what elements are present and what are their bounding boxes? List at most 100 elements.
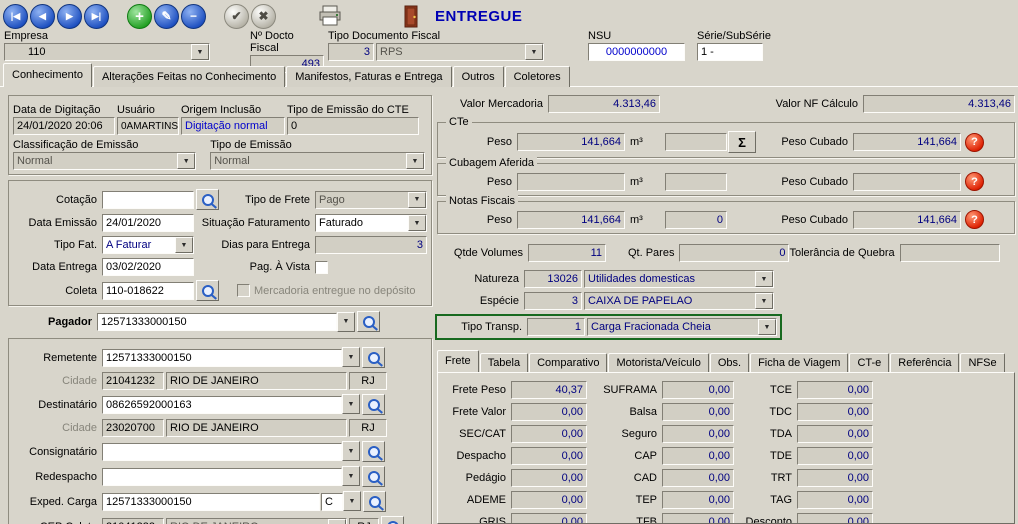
tipo-transp-combobox[interactable]: Carga Fracionada Cheia bbox=[587, 318, 777, 336]
cubagem-peso-cubado-field bbox=[853, 173, 961, 191]
cotacao-search-button[interactable] bbox=[196, 189, 219, 210]
redespacho-search-button[interactable] bbox=[362, 466, 385, 487]
exit-button[interactable] bbox=[404, 5, 419, 28]
exped-carga-field[interactable]: 12571333000150 bbox=[102, 493, 320, 511]
cte-help-button[interactable]: ? bbox=[965, 133, 984, 152]
tab-obs[interactable]: Obs. bbox=[710, 353, 749, 372]
remetente-dropdown-arrow-icon[interactable] bbox=[342, 347, 360, 367]
tipo-transp-desc: Carga Fracionada Cheia bbox=[591, 321, 758, 333]
empresa-field-group: Empresa 110 bbox=[4, 30, 210, 61]
cidade-remetente-uf: RJ bbox=[349, 372, 387, 390]
dropdown-arrow-icon[interactable] bbox=[758, 319, 776, 335]
empresa-combobox[interactable]: 110 bbox=[4, 43, 210, 61]
frete-field-label: Desconto bbox=[744, 516, 797, 524]
tipo-emissao-value: Normal bbox=[214, 155, 406, 167]
tab-ficha-viagem[interactable]: Ficha de Viagem bbox=[750, 353, 848, 372]
tab-conhecimento[interactable]: Conhecimento bbox=[3, 63, 92, 87]
valor-nf-calculo-label: Valor NF Cálculo bbox=[776, 98, 863, 110]
dropdown-arrow-icon[interactable] bbox=[755, 271, 773, 287]
mercadoria-entregue-checkbox[interactable] bbox=[237, 284, 250, 297]
print-button[interactable] bbox=[318, 5, 342, 27]
nsu-value[interactable]: 0000000000 bbox=[588, 43, 685, 61]
pagador-field[interactable]: 12571333000150 bbox=[97, 313, 337, 331]
emissao-groupbox: Cotação Tipo de Frete Pago Data Emissão … bbox=[8, 180, 432, 306]
cte-m3-label: m³ bbox=[625, 136, 665, 148]
dropdown-arrow-icon[interactable] bbox=[328, 519, 346, 524]
tipo-fat-combobox[interactable]: A Faturar bbox=[102, 236, 194, 254]
situacao-faturamento-combobox[interactable]: Faturado bbox=[315, 214, 427, 232]
tab-cte[interactable]: CT-e bbox=[849, 353, 889, 372]
tab-tabela[interactable]: Tabela bbox=[480, 353, 528, 372]
tab-alteracoes[interactable]: Alterações Feitas no Conhecimento bbox=[93, 66, 285, 87]
tab-referencia[interactable]: Referência bbox=[890, 353, 959, 372]
edit-record-button[interactable]: ✎ bbox=[154, 4, 179, 29]
remetente-search-button[interactable] bbox=[362, 347, 385, 368]
dropdown-arrow-icon[interactable] bbox=[525, 44, 543, 60]
cep-coleta-search-button[interactable] bbox=[381, 516, 404, 524]
nav-first-button[interactable]: |◀ bbox=[3, 4, 28, 29]
tab-frete[interactable]: Frete bbox=[437, 350, 479, 372]
nav-last-button[interactable]: ▶| bbox=[84, 4, 109, 29]
serie-value[interactable]: 1 - bbox=[697, 43, 763, 61]
classificacao-emissao-combobox[interactable]: Normal bbox=[13, 152, 196, 170]
data-emissao-field[interactable]: 24/01/2020 bbox=[102, 214, 194, 232]
tab-coletores[interactable]: Coletores bbox=[505, 66, 570, 87]
pagador-search-button[interactable] bbox=[357, 311, 380, 332]
dropdown-arrow-icon[interactable] bbox=[408, 215, 426, 231]
tab-comparativo[interactable]: Comparativo bbox=[529, 353, 607, 372]
add-record-button[interactable]: + bbox=[127, 4, 152, 29]
cte-peso-field: 141,664 bbox=[517, 133, 625, 151]
tab-nfse[interactable]: NFSe bbox=[960, 353, 1004, 372]
cep-coleta-cidade-combobox[interactable]: RIO DE JANEIRO bbox=[166, 518, 347, 524]
especie-combobox[interactable]: CAIXA DE PAPELAO bbox=[584, 292, 774, 310]
magnifier-icon bbox=[368, 352, 380, 364]
nav-prev-button[interactable]: ◀ bbox=[30, 4, 55, 29]
exped-carga-combo-value[interactable]: C bbox=[321, 493, 343, 511]
tipo-emissao-combobox[interactable]: Normal bbox=[210, 152, 425, 170]
destinatario-search-button[interactable] bbox=[362, 394, 385, 415]
cidade-remetente-cep: 21041232 bbox=[102, 372, 164, 390]
dropdown-arrow-icon[interactable] bbox=[408, 192, 426, 208]
notas-help-button[interactable]: ? bbox=[965, 210, 984, 229]
coleta-search-button[interactable] bbox=[196, 280, 219, 301]
tolerancia-field[interactable] bbox=[900, 244, 1000, 262]
natureza-combobox[interactable]: Utilidades domesticas bbox=[584, 270, 774, 288]
coleta-field[interactable]: 110-018622 bbox=[102, 282, 194, 300]
destinatario-dropdown-arrow-icon[interactable] bbox=[342, 394, 360, 414]
dropdown-arrow-icon[interactable] bbox=[191, 44, 209, 60]
destinatario-field[interactable]: 08626592000163 bbox=[102, 396, 342, 414]
tab-motorista-veiculo[interactable]: Motorista/Veículo bbox=[608, 353, 708, 372]
consignatario-search-button[interactable] bbox=[362, 441, 385, 462]
frete-grid-row: Frete Peso40,37 SUFRAMA0,00 TCE0,00 bbox=[442, 381, 1010, 399]
delete-record-button[interactable]: − bbox=[181, 4, 206, 29]
especie-cod-field: 3 bbox=[524, 292, 582, 310]
exped-carga-dropdown-arrow-icon[interactable] bbox=[343, 491, 361, 511]
dropdown-arrow-icon[interactable] bbox=[175, 237, 193, 253]
dropdown-arrow-icon[interactable] bbox=[406, 153, 424, 169]
dropdown-arrow-icon[interactable] bbox=[177, 153, 195, 169]
cubagem-help-button[interactable]: ? bbox=[965, 172, 984, 191]
cotacao-field[interactable] bbox=[102, 191, 194, 209]
cancel-button[interactable]: ✖ bbox=[251, 4, 276, 29]
redespacho-field[interactable] bbox=[102, 468, 342, 486]
tipo-doc-fiscal-combobox[interactable]: RPS bbox=[376, 43, 544, 61]
tipo-frete-combobox[interactable]: Pago bbox=[315, 191, 427, 209]
tab-manifestos[interactable]: Manifestos, Faturas e Entrega bbox=[286, 66, 451, 87]
toolbar: |◀ ◀ ▶ ▶| + ✎ − ✔ ✖ ENTREGUE bbox=[3, 2, 522, 30]
dropdown-arrow-icon[interactable] bbox=[755, 293, 773, 309]
data-entrega-field[interactable]: 03/02/2020 bbox=[102, 258, 194, 276]
redespacho-dropdown-arrow-icon[interactable] bbox=[342, 466, 360, 486]
confirm-button[interactable]: ✔ bbox=[224, 4, 249, 29]
consignatario-field[interactable] bbox=[102, 443, 342, 461]
check-icon: ✔ bbox=[231, 9, 241, 23]
cte-sum-button[interactable]: Σ bbox=[728, 131, 756, 153]
tab-outros[interactable]: Outros bbox=[453, 66, 504, 87]
pagador-dropdown-arrow-icon[interactable] bbox=[337, 312, 355, 332]
usuario-label: Usuário bbox=[117, 104, 179, 116]
exped-carga-search-button[interactable] bbox=[363, 491, 386, 512]
remetente-field[interactable]: 12571333000150 bbox=[102, 349, 342, 367]
consignatario-dropdown-arrow-icon[interactable] bbox=[342, 441, 360, 461]
nav-next-button[interactable]: ▶ bbox=[57, 4, 82, 29]
classificacao-emissao-label: Classificação de Emissão bbox=[13, 139, 196, 151]
pag-vista-checkbox[interactable] bbox=[315, 261, 328, 274]
